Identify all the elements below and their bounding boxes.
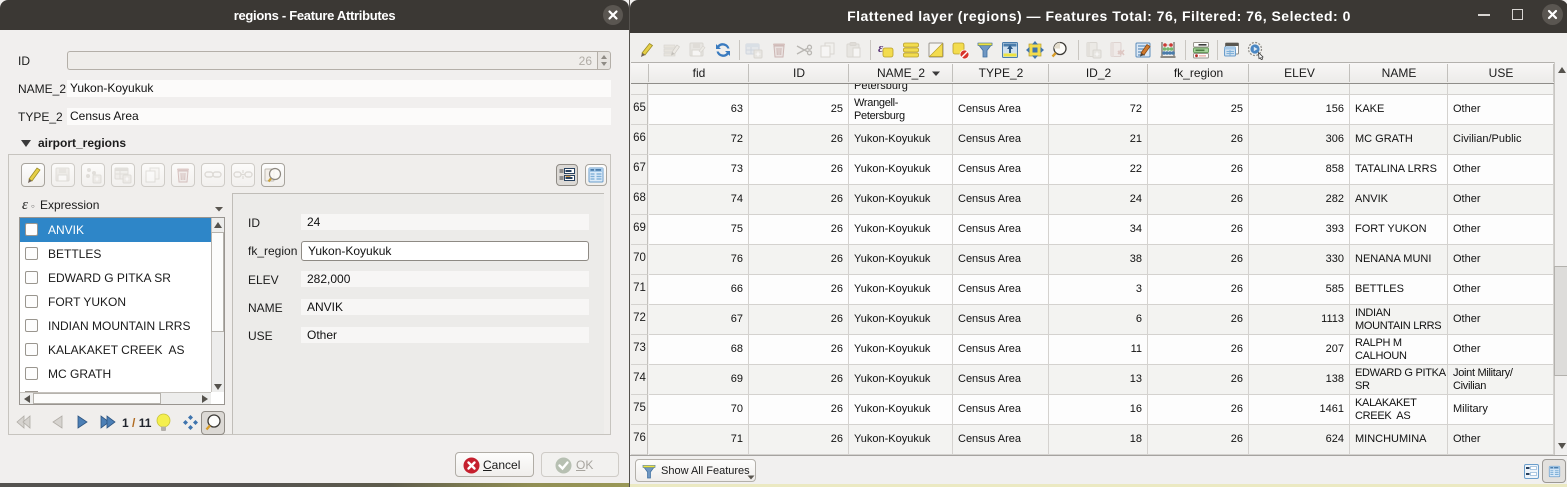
svg-text:ε: ε [878,40,884,55]
